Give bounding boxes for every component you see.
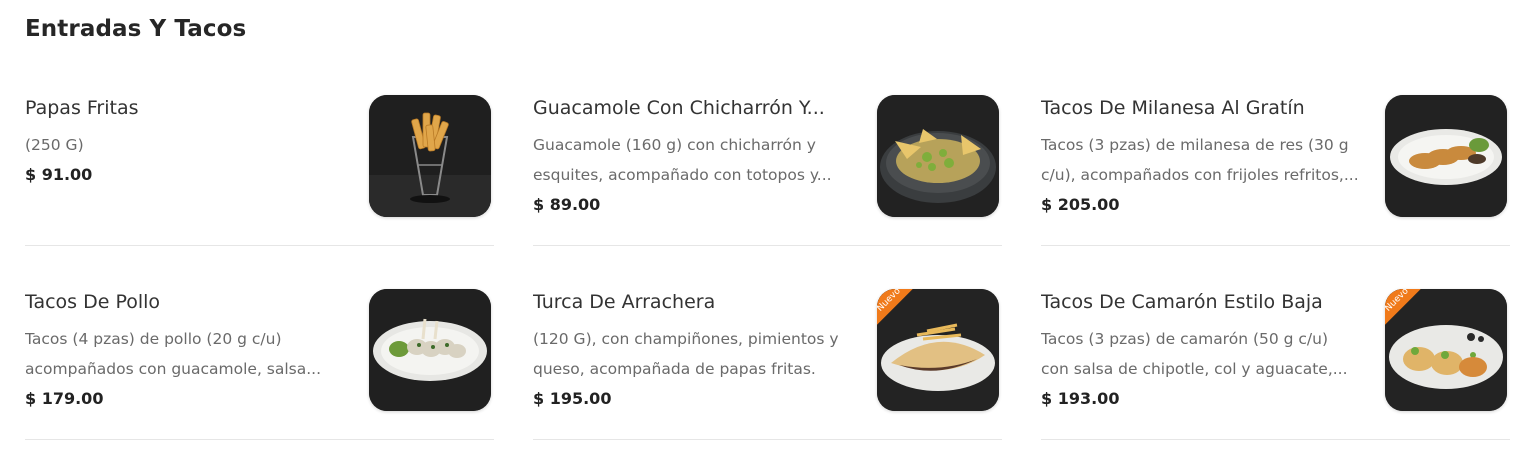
menu-item-description: (120 G), con champiñones, pimientos y qu… [533,330,839,378]
menu-item-price: $ 179.00 [25,389,104,408]
shrimp-tacos-icon[interactable]: Nuevo [1385,289,1507,411]
menu-item-description: Tacos (3 pzas) de milanesa de res (30 g … [1041,136,1359,184]
menu-item-card[interactable]: Turca De Arrachera (120 G), con champiño… [533,268,1002,440]
menu-item-description: Guacamole (160 g) con chicharrón y esqui… [533,136,832,184]
menu-item-text: Tacos De Pollo Tacos (4 pzas) de pollo (… [25,290,343,411]
menu-item-name: Tacos De Milanesa Al Gratín [1041,97,1305,119]
menu-item-name: Tacos De Camarón Estilo Baja [1041,291,1323,313]
menu-item-card[interactable]: Papas Fritas (250 G) $ 91.00 [25,74,494,246]
menu-item-price: $ 89.00 [533,195,601,214]
menu-item-card[interactable]: Guacamole Con Chicharrón Y... Guacamole … [533,74,1002,246]
menu-item-card[interactable]: Tacos De Camarón Estilo Baja Tacos (3 pz… [1041,268,1510,440]
menu-item-name: Guacamole Con Chicharrón Y... [533,97,825,119]
guacamole-icon[interactable] [877,95,999,217]
menu-item-text: Turca De Arrachera (120 G), con champiño… [533,290,851,411]
fries-icon[interactable] [369,95,491,217]
chicken-tacos-icon[interactable] [369,289,491,411]
menu-item-price: $ 193.00 [1041,389,1120,408]
section-title: Entradas Y Tacos [25,16,247,42]
menu-item-text: Tacos De Milanesa Al Gratín Tacos (3 pza… [1041,96,1359,217]
menu-item-description: (250 G) [25,136,84,154]
menu-item-price: $ 205.00 [1041,195,1120,214]
quesadilla-icon[interactable]: Nuevo [877,289,999,411]
menu-item-description: Tacos (3 pzas) de camarón (50 g c/u) con… [1041,330,1348,378]
menu-grid: Papas Fritas (250 G) $ 91.00 Guacamole C… [25,74,1510,462]
menu-item-text: Tacos De Camarón Estilo Baja Tacos (3 pz… [1041,290,1359,411]
menu-item-price: $ 195.00 [533,389,612,408]
menu-item-name: Tacos De Pollo [25,291,161,313]
menu-item-text: Guacamole Con Chicharrón Y... Guacamole … [533,96,851,217]
menu-item-card[interactable]: Tacos De Milanesa Al Gratín Tacos (3 pza… [1041,74,1510,246]
menu-item-text: Papas Fritas (250 G) $ 91.00 [25,96,343,187]
menu-item-name: Papas Fritas [25,97,139,119]
tacos-plate-icon[interactable] [1385,95,1507,217]
menu-item-name: Turca De Arrachera [533,291,716,313]
menu-item-card[interactable]: Tacos De Pollo Tacos (4 pzas) de pollo (… [25,268,494,440]
menu-item-price: $ 91.00 [25,165,93,184]
menu-item-description: Tacos (4 pzas) de pollo (20 g c/u) acomp… [25,330,322,378]
